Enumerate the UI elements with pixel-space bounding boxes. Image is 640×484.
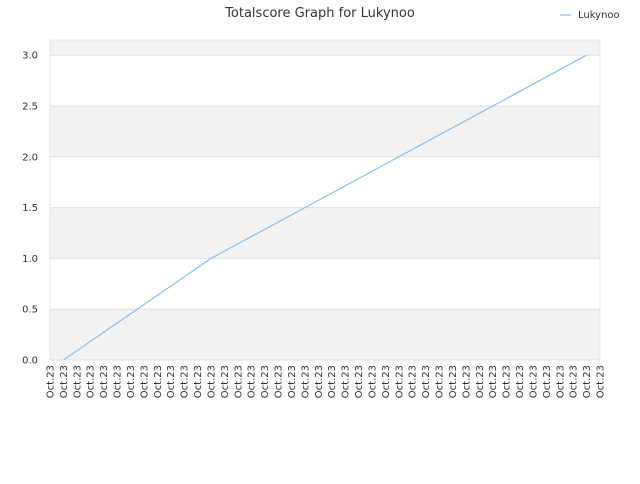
x-tick-label: Oct.23 xyxy=(421,365,432,398)
x-tick-label: Oct.23 xyxy=(354,365,365,398)
x-tick-label: Oct.23 xyxy=(99,365,110,398)
x-tick-label: Oct.23 xyxy=(394,365,405,398)
x-tick-label: Oct.23 xyxy=(461,365,472,398)
plot-band xyxy=(50,106,600,157)
y-tick-label: 2.0 xyxy=(22,152,38,163)
x-tick-label: Oct.23 xyxy=(555,365,566,398)
y-axis: 0.0 0.5 1.0 1.5 2.0 2.5 3.0 xyxy=(22,51,38,367)
x-tick-label: Oct.23 xyxy=(502,365,513,398)
x-tick-label: Oct.23 xyxy=(233,365,244,398)
x-tick-label: Oct.23 xyxy=(435,365,446,398)
y-tick-label: 1.0 xyxy=(22,254,38,265)
x-tick-label: Oct.23 xyxy=(86,365,97,398)
x-tick-label: Oct.23 xyxy=(569,365,580,398)
x-tick-label: Oct.23 xyxy=(126,365,137,398)
x-tick-label: Oct.23 xyxy=(220,365,231,398)
x-tick-label: Oct.23 xyxy=(247,365,258,398)
x-tick-label: Oct.23 xyxy=(542,365,553,398)
chart-title: Totalscore Graph for Lukynoo xyxy=(224,6,415,21)
y-tick-label: 0.5 xyxy=(22,305,38,316)
x-tick-label: Oct.23 xyxy=(166,365,177,398)
x-tick-label: Oct.23 xyxy=(528,365,539,398)
plot-band xyxy=(50,40,600,56)
x-tick-label: Oct.23 xyxy=(153,365,164,398)
chart: Totalscore Graph for Lukynoo 0.0 0.5 1.0 1.… xyxy=(0,0,640,480)
x-tick-label: Oct.23 xyxy=(274,365,285,398)
x-tick-label: Oct.23 xyxy=(46,365,57,398)
x-tick-label: Oct.23 xyxy=(300,365,311,398)
x-tick-label: Oct.23 xyxy=(367,365,378,398)
plot-band xyxy=(50,309,600,360)
x-tick-label: Oct.23 xyxy=(408,365,419,398)
y-tick-label: 2.5 xyxy=(22,102,38,113)
legend-label: Lukynoo xyxy=(578,10,620,21)
plot-band xyxy=(50,207,600,259)
x-tick-label: Oct.23 xyxy=(139,365,150,398)
chart-svg: Totalscore Graph for Lukynoo 0.0 0.5 1.0 1.… xyxy=(22,6,620,398)
legend[interactable]: Lukynoo xyxy=(560,10,620,21)
x-tick-label: Oct.23 xyxy=(327,365,338,398)
x-tick-label: Oct.23 xyxy=(448,365,459,398)
x-tick-label: Oct.23 xyxy=(515,365,526,398)
x-tick-label: Oct.23 xyxy=(314,365,325,398)
x-tick-label: Oct.23 xyxy=(582,365,593,398)
x-tick-label: Oct.23 xyxy=(206,365,217,398)
x-tick-label: Oct.23 xyxy=(180,365,191,398)
x-tick-label: Oct.23 xyxy=(193,365,204,398)
x-tick-label: Oct.23 xyxy=(113,365,124,398)
y-tick-label: 3.0 xyxy=(22,51,38,62)
x-tick-label: Oct.23 xyxy=(381,365,392,398)
x-tick-label: Oct.23 xyxy=(475,365,486,398)
x-tick-label: Oct.23 xyxy=(72,365,83,398)
x-tick-label: Oct.23 xyxy=(341,365,352,398)
x-axis: Oct.23 Oct.23 Oct.23 Oct.23 Oct.23 Oct.23 Oct.… xyxy=(46,365,607,398)
x-tick-label: Oct.23 xyxy=(287,365,298,398)
y-tick-label: 0.0 xyxy=(22,356,38,367)
x-tick-label: Oct.23 xyxy=(596,365,607,398)
y-tick-label: 1.5 xyxy=(22,203,38,214)
x-tick-label: Oct.23 xyxy=(488,365,499,398)
x-tick-label: Oct.23 xyxy=(260,365,271,398)
x-tick-label: Oct.23 xyxy=(59,365,70,398)
